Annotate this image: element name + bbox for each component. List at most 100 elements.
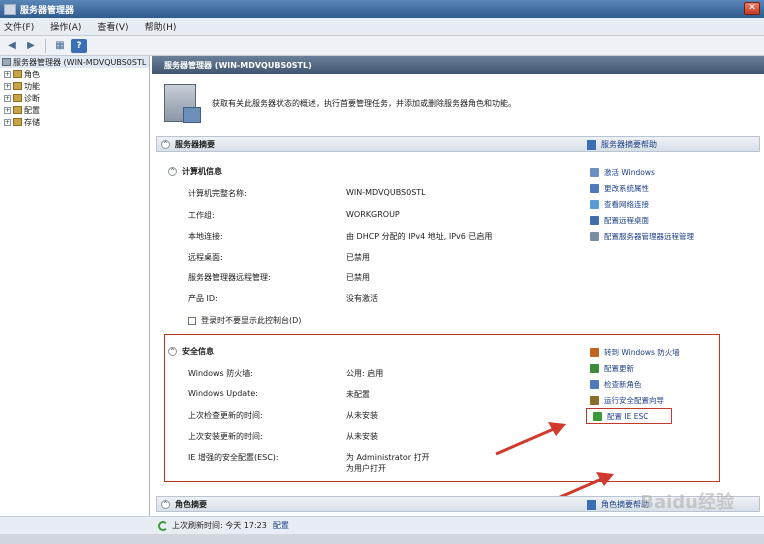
windows-firewall-value: 公用: 启用 bbox=[346, 369, 384, 378]
remote-desktop-label: 远程桌面: bbox=[188, 253, 223, 262]
forward-arrow-icon[interactable]: ▶ bbox=[23, 39, 39, 53]
help-icon[interactable]: ? bbox=[71, 38, 87, 53]
collapse-icon[interactable]: ^ bbox=[168, 167, 177, 176]
computer-icon bbox=[590, 183, 599, 193]
navigation-tree: 服务器管理器 (WIN-MDVQUBS0STL + 角色 + 功能 + 诊断 +… bbox=[0, 56, 150, 516]
menu-help[interactable]: 帮助(H) bbox=[145, 20, 177, 33]
server-summary-help-link[interactable]: 服务器摘要帮助 bbox=[587, 139, 657, 150]
action-label: 查看网络连接 bbox=[604, 199, 649, 209]
configure-remote-management-link[interactable]: 配置服务器管理器远程管理 bbox=[590, 228, 694, 244]
security-info-header[interactable]: ^ 安全信息 bbox=[168, 346, 214, 357]
collapse-icon[interactable]: ^ bbox=[161, 139, 170, 149]
ie-esc-admin-value: 为 Administrator 打开 bbox=[346, 453, 430, 462]
intro-panel: 获取有关此服务器状态的概述，执行首要管理任务，并添加或删除服务器角色和功能。 bbox=[160, 80, 760, 130]
tree-root-label: 服务器管理器 (WIN-MDVQUBS0STL bbox=[13, 57, 147, 67]
configuration-icon bbox=[13, 106, 22, 114]
computer-info-title: 计算机信息 bbox=[182, 167, 222, 176]
remote-desktop-value: 已禁用 bbox=[346, 253, 370, 262]
menu-file[interactable]: 文件(F) bbox=[4, 20, 34, 33]
ie-esc-label: IE 增强的安全配置(ESC): bbox=[188, 453, 279, 462]
toolbar: ◀ ▶ ▦ ? bbox=[0, 36, 764, 56]
expand-icon[interactable]: + bbox=[4, 94, 11, 102]
roles-icon bbox=[13, 70, 22, 78]
action-label: 检查新角色 bbox=[604, 379, 642, 389]
local-connection-value: 由 DHCP 分配的 IPv4 地址, IPv6 已启用 bbox=[346, 232, 493, 241]
security-info-title: 安全信息 bbox=[182, 347, 214, 356]
check-new-roles-link[interactable]: 检查新角色 bbox=[590, 376, 680, 392]
status-bar: 上次刷新时间: 今天 17:23 配置 bbox=[0, 516, 764, 534]
bottom-strip bbox=[0, 534, 764, 544]
configure-refresh-link[interactable]: 配置 bbox=[273, 520, 289, 531]
last-refresh-text: 上次刷新时间: 今天 17:23 bbox=[172, 521, 267, 530]
go-to-firewall-link[interactable]: 转到 Windows 防火墙 bbox=[590, 344, 680, 360]
expand-icon[interactable]: + bbox=[4, 82, 11, 90]
view-network-connections-link[interactable]: 查看网络连接 bbox=[590, 196, 694, 212]
storage-icon bbox=[13, 118, 22, 126]
details-header: 服务器管理器 (WIN-MDVQUBS0STL) bbox=[152, 56, 764, 74]
collapse-icon[interactable]: ^ bbox=[168, 347, 177, 356]
tree-item-roles[interactable]: + 角色 bbox=[0, 68, 149, 80]
show-tree-icon[interactable]: ▦ bbox=[52, 39, 68, 53]
configure-remote-desktop-link[interactable]: 配置远程桌面 bbox=[590, 212, 694, 228]
action-label: 激活 Windows bbox=[604, 167, 655, 177]
configure-updates-link[interactable]: 配置更新 bbox=[590, 360, 680, 376]
remote-desktop-icon bbox=[590, 215, 599, 225]
window-title: 服务器管理器 bbox=[20, 5, 75, 16]
windows-firewall-label: Windows 防火墙: bbox=[188, 369, 253, 378]
remote-management-value: 已禁用 bbox=[346, 273, 370, 282]
back-arrow-icon[interactable]: ◀ bbox=[4, 39, 20, 53]
key-icon bbox=[590, 167, 599, 177]
collapse-icon[interactable]: ^ bbox=[161, 499, 170, 509]
product-id-label: 产品 ID: bbox=[188, 294, 218, 303]
help-book-icon bbox=[587, 139, 596, 150]
dont-show-checkbox[interactable] bbox=[188, 316, 196, 325]
dont-show-label: 登录时不要显示此控制台(D) bbox=[201, 316, 302, 325]
action-label: 配置远程桌面 bbox=[604, 215, 649, 225]
watermark: Baidu经验 bbox=[640, 492, 734, 513]
action-label: 配置服务器管理器远程管理 bbox=[604, 231, 694, 241]
annotation-arrows bbox=[495, 422, 614, 500]
close-window-button[interactable]: ✕ bbox=[744, 2, 760, 15]
menu-action[interactable]: 操作(A) bbox=[50, 20, 81, 33]
server-illustration-icon bbox=[164, 84, 201, 123]
windows-update-value: 未配置 bbox=[346, 390, 370, 399]
server-icon bbox=[590, 231, 599, 241]
computer-info-actions: 激活 Windows 更改系统属性 查看网络连接 配置远程桌面 配置服务器管理器… bbox=[590, 164, 694, 244]
menu-bar: 文件(F) 操作(A) 查看(V) 帮助(H) bbox=[0, 18, 764, 36]
tree-item-features[interactable]: + 功能 bbox=[0, 80, 149, 92]
expand-icon[interactable]: + bbox=[4, 106, 11, 114]
tree-item-label: 存储 bbox=[24, 117, 40, 127]
tree-item-storage[interactable]: + 存储 bbox=[0, 116, 149, 128]
tree-item-diagnostics[interactable]: + 诊断 bbox=[0, 92, 149, 104]
expand-icon[interactable]: + bbox=[4, 70, 11, 78]
action-label: 转到 Windows 防火墙 bbox=[604, 347, 680, 357]
computer-info-header[interactable]: ^ 计算机信息 bbox=[168, 166, 222, 177]
tree-item-label: 配置 bbox=[24, 105, 40, 115]
server-manager-icon bbox=[4, 3, 16, 15]
features-icon bbox=[13, 82, 22, 90]
tree-root-server-manager[interactable]: 服务器管理器 (WIN-MDVQUBS0STL bbox=[0, 56, 149, 68]
tree-item-configuration[interactable]: + 配置 bbox=[0, 104, 149, 116]
change-system-properties-link[interactable]: 更改系统属性 bbox=[590, 180, 694, 196]
menu-view[interactable]: 查看(V) bbox=[97, 20, 128, 33]
local-connection-label: 本地连接: bbox=[188, 232, 223, 241]
tree-item-label: 诊断 bbox=[24, 93, 40, 103]
activate-windows-link[interactable]: 激活 Windows bbox=[590, 164, 694, 180]
server-summary-bar[interactable]: ^ 服务器摘要 服务器摘要帮助 bbox=[156, 136, 760, 152]
annotation-arrow-2 bbox=[557, 476, 605, 500]
workgroup-label: 工作组: bbox=[188, 211, 215, 220]
network-icon bbox=[590, 199, 599, 209]
server-summary-section: ^ 服务器摘要 服务器摘要帮助 ^ 计算机信息 计算机完整名称: WIN-MDV… bbox=[156, 136, 760, 500]
workgroup-value: WORKGROUP bbox=[346, 210, 400, 219]
tree-item-label: 角色 bbox=[24, 69, 40, 79]
product-id-value: 没有激活 bbox=[346, 294, 378, 303]
last-install-updates-label: 上次安装更新的时间: bbox=[188, 432, 263, 441]
expand-icon[interactable]: + bbox=[4, 118, 11, 126]
dont-show-console-option[interactable]: 登录时不要显示此控制台(D) bbox=[188, 315, 301, 326]
diagnostics-icon bbox=[13, 94, 22, 102]
full-computer-name-value: WIN-MDVQUBS0STL bbox=[346, 188, 426, 197]
full-computer-name-label: 计算机完整名称: bbox=[188, 189, 247, 198]
refresh-icon[interactable] bbox=[158, 520, 168, 531]
refresh-roles-icon bbox=[590, 379, 599, 389]
help-link-label: 服务器摘要帮助 bbox=[601, 140, 657, 149]
